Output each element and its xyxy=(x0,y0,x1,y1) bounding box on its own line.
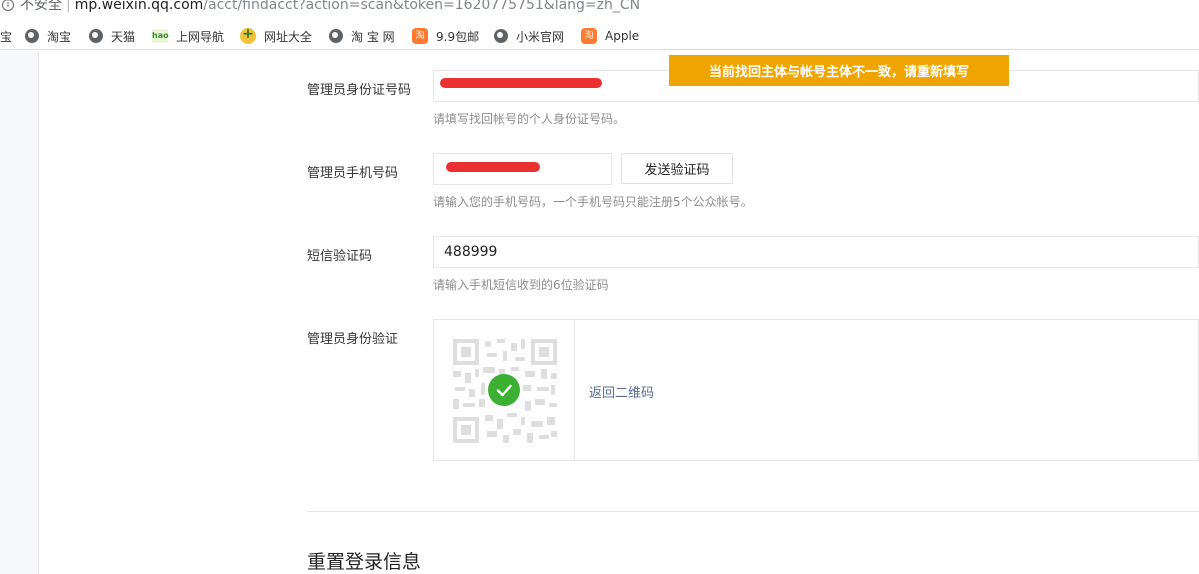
bookmark-label: 淘 宝 网 xyxy=(351,29,395,44)
url-host: mp.weixin.qq.com xyxy=(74,0,204,13)
bookmark-taobao[interactable]: 淘宝 xyxy=(25,26,71,46)
url-path: /acct/findacct?action=scan&token=1620775… xyxy=(203,0,641,13)
phone-hint: 请输入您的手机号码，一个手机号码只能注册5个公众帐号。 xyxy=(433,195,753,209)
address-bar[interactable]: i 不安全 | mp.weixin.qq.com/acct/findacct?acti… xyxy=(0,0,1199,14)
bookmark-label: Apple xyxy=(605,29,640,43)
bookmark-label: 9.9包邮 xyxy=(436,29,480,44)
sms-code-input[interactable]: 488999 xyxy=(433,236,1199,268)
globe-icon xyxy=(329,29,343,43)
nav-icon xyxy=(240,26,256,44)
bookmark-xiaomi[interactable]: 小米官网 xyxy=(494,26,564,46)
identity-verify-label: 管理员身份验证 xyxy=(307,332,399,347)
bookmark-hao[interactable]: hao 上网导航 xyxy=(152,26,224,46)
bookmark-label: 小米官网 xyxy=(516,29,565,44)
globe-icon xyxy=(494,29,508,43)
bookmark-apple[interactable]: 淘 Apple xyxy=(581,26,639,46)
qr-cell xyxy=(434,320,575,460)
id-card-hint: 请填写找回帐号的个人身份证号码。 xyxy=(433,112,626,126)
check-icon xyxy=(488,374,520,406)
bookmark-99[interactable]: 淘 9.9包邮 xyxy=(412,26,479,46)
taobao-icon: 淘 xyxy=(412,28,428,44)
taobao-icon: 淘 xyxy=(581,28,597,44)
left-sidebar xyxy=(0,51,39,574)
reset-login-title: 重置登录信息 xyxy=(307,551,422,573)
security-label: 不安全 xyxy=(20,0,62,13)
back-to-qr-link[interactable]: 返回二维码 xyxy=(589,382,654,401)
globe-icon xyxy=(25,29,39,43)
phone-label: 管理员手机号码 xyxy=(307,166,399,181)
id-card-label: 管理员身份证号码 xyxy=(307,83,412,98)
send-code-button[interactable]: 发送验证码 xyxy=(621,153,733,184)
bookmark-label: 上网导航 xyxy=(176,29,225,44)
redaction-mark xyxy=(440,78,602,88)
sms-code-value: 488999 xyxy=(444,244,498,260)
bookmark-label: 网址大全 xyxy=(264,29,313,44)
section-divider xyxy=(307,511,1199,512)
sms-code-hint: 请输入手机短信收到的6位验证码 xyxy=(433,278,609,292)
bookmarks-bar: 宝 淘宝 天猫 hao 上网导航 网址大全 淘 宝 网 淘 9.9包邮 小米官网… xyxy=(0,22,1199,50)
bookmark-taobao-net[interactable]: 淘 宝 网 xyxy=(329,26,395,46)
redaction-mark xyxy=(446,162,540,172)
error-toast: 当前找回主体与帐号主体不一致，请重新填写 xyxy=(669,55,1009,86)
bookmark-nav[interactable]: 网址大全 xyxy=(240,26,312,46)
qr-verify-panel: 返回二维码 xyxy=(433,319,1199,461)
sms-code-label: 短信验证码 xyxy=(307,249,373,264)
bookmark-item[interactable]: 宝 xyxy=(0,26,12,46)
bookmark-tmall[interactable]: 天猫 xyxy=(89,26,135,46)
bookmark-label: 宝 xyxy=(0,29,13,44)
hao-icon: hao xyxy=(152,29,169,43)
info-icon[interactable]: i xyxy=(2,0,14,11)
bookmark-label: 天猫 xyxy=(111,29,136,44)
bookmark-label: 淘宝 xyxy=(47,29,72,44)
globe-icon xyxy=(89,29,103,43)
